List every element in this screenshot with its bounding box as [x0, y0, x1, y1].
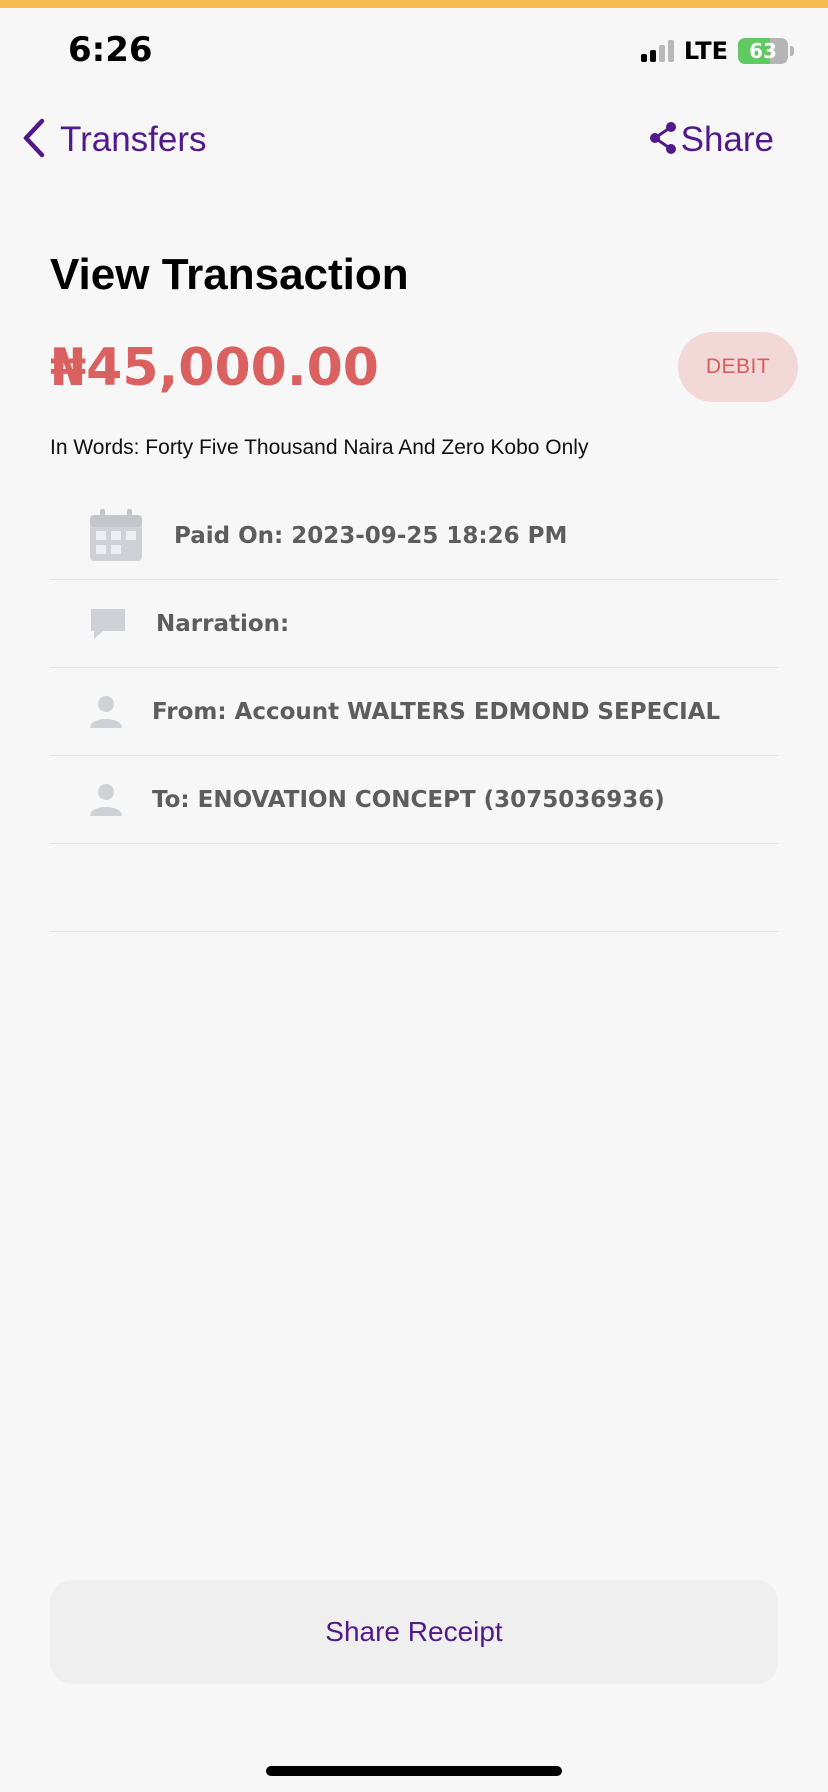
battery-icon: 63	[738, 38, 788, 64]
back-button[interactable]: Transfers	[22, 112, 207, 168]
detail-row-empty	[50, 844, 778, 932]
paid-on-text: Paid On: 2023-09-25 18:26 PM	[174, 522, 568, 549]
comment-icon	[88, 606, 128, 642]
status-indicators: LTE 63	[640, 36, 794, 66]
home-indicator	[266, 1766, 562, 1776]
amount-in-words: In Words: Forty Five Thousand Naira And …	[50, 436, 589, 459]
share-receipt-button[interactable]: Share Receipt	[50, 1580, 778, 1684]
battery-percent: 63	[749, 39, 777, 63]
status-bar: 6:26 LTE 63	[0, 8, 828, 92]
transaction-details: Paid On: 2023-09-25 18:26 PM Narration: …	[50, 492, 778, 932]
calendar-icon	[88, 508, 144, 563]
network-type: LTE	[683, 37, 728, 65]
person-icon	[88, 695, 124, 729]
share-button-label: Share	[680, 120, 774, 159]
share-button[interactable]: Share	[647, 112, 774, 168]
status-time: 6:26	[68, 30, 153, 70]
narration-text: Narration:	[156, 610, 290, 637]
chevron-left-icon	[22, 118, 46, 163]
navigation-bar: Transfers Share	[0, 92, 828, 188]
transaction-type-badge: DEBIT	[678, 332, 798, 402]
back-button-label: Transfers	[60, 120, 207, 159]
person-icon	[88, 783, 124, 817]
top-accent-strip	[0, 0, 828, 8]
page-title: View Transaction	[50, 250, 409, 299]
detail-row-paid-on: Paid On: 2023-09-25 18:26 PM	[50, 492, 778, 580]
transaction-amount: ₦45,000.00	[50, 338, 379, 398]
detail-row-to: To: ENOVATION CONCEPT (3075036936)	[50, 756, 778, 844]
share-icon	[647, 121, 679, 160]
from-text: From: Account WALTERS EDMOND SEPECIAL	[152, 698, 721, 725]
to-text: To: ENOVATION CONCEPT (3075036936)	[152, 786, 665, 813]
detail-row-from: From: Account WALTERS EDMOND SEPECIAL	[50, 668, 778, 756]
cellular-signal-icon	[640, 40, 674, 62]
detail-row-narration: Narration:	[50, 580, 778, 668]
